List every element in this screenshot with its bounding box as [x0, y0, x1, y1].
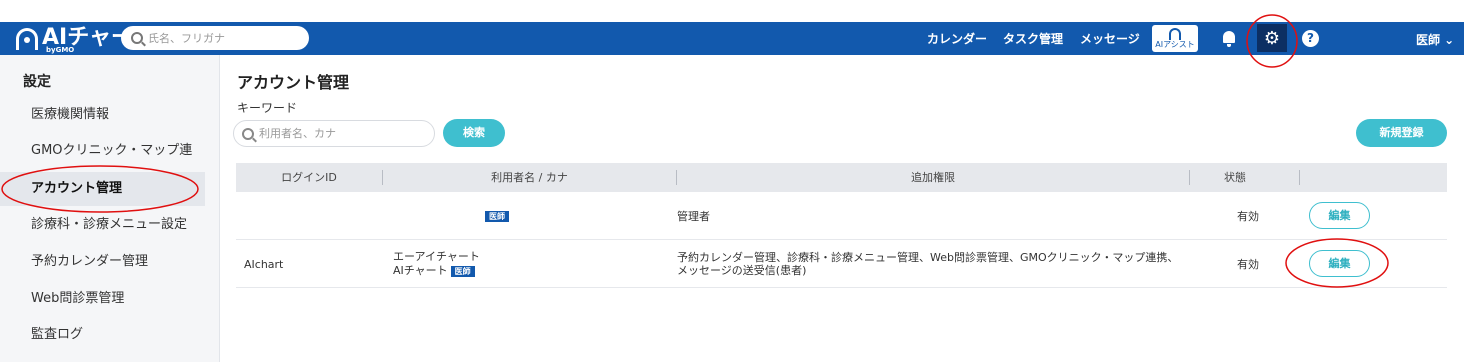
bell-icon[interactable]	[1223, 31, 1235, 47]
settings-button[interactable]: ⚙	[1257, 24, 1287, 52]
permissions: 予約カレンダー管理、診療科・診療メニュー管理、Web問診票管理、GMOクリニック…	[677, 251, 1179, 277]
account-table: ログインID 利用者名 / カナ 追加権限 状態 医師 管理者 有効 編集 AI…	[236, 163, 1447, 288]
new-register-button[interactable]: 新規登録	[1356, 119, 1447, 147]
permissions: 管理者	[677, 210, 710, 223]
nav-messages[interactable]: メッセージ	[1080, 22, 1140, 55]
patient-search-input[interactable]	[148, 31, 298, 45]
sidebar-item-department[interactable]: 診療科・診療メニュー設定	[0, 208, 205, 242]
role-badge: 医師	[485, 210, 509, 222]
user-name-cell: エーアイチャート AIチャート 医師	[393, 240, 480, 288]
help-icon[interactable]: ?	[1302, 30, 1319, 47]
logo-sub: byGMO	[46, 46, 75, 54]
search-button[interactable]: 検索	[443, 119, 505, 147]
search-icon	[131, 32, 143, 44]
divider	[1299, 170, 1300, 185]
keyword-search[interactable]	[233, 120, 435, 147]
nav-task-management[interactable]: タスク管理	[1003, 22, 1063, 55]
keyword-input[interactable]	[259, 127, 409, 140]
login-id: AIchart	[244, 257, 284, 271]
nav-calendar[interactable]: カレンダー	[927, 22, 987, 55]
status: 有効	[1237, 258, 1259, 271]
keyword-label: キーワード	[237, 101, 298, 115]
sidebar-item-account[interactable]: アカウント管理	[0, 172, 205, 206]
sidebar: 設定 医療機関情報 GMOクリニック・マップ連携 アカウント管理 診療科・診療メ…	[0, 55, 220, 362]
user-name: AIチャート	[393, 264, 448, 277]
patient-search[interactable]	[121, 26, 309, 50]
table-row[interactable]: AIchart エーアイチャート AIチャート 医師 予約カレンダー管理、診療科・…	[236, 240, 1447, 288]
ai-assist-icon	[1169, 28, 1181, 40]
table-row[interactable]: 医師 管理者 有効 編集	[236, 192, 1447, 240]
sidebar-title: 設定	[23, 74, 51, 90]
edit-button[interactable]: 編集	[1309, 250, 1370, 277]
top-header: AIチャート byGMO カレンダー タスク管理 メッセージ AIアシスト ⚙ …	[0, 22, 1464, 55]
edit-button[interactable]: 編集	[1309, 202, 1370, 229]
user-menu[interactable]: 医師 ⌄	[1416, 31, 1454, 48]
page-title: アカウント管理	[237, 73, 350, 92]
sidebar-item-audit-log[interactable]: 監査ログ	[0, 318, 205, 352]
sidebar-item-gmo-map[interactable]: GMOクリニック・マップ連携	[0, 134, 205, 192]
logo-icon	[16, 28, 38, 50]
ai-assist-button[interactable]: AIアシスト	[1152, 25, 1198, 52]
search-icon	[242, 127, 254, 140]
table-header: ログインID 利用者名 / カナ 追加権限 状態	[236, 163, 1447, 192]
col-permissions: 追加権限	[911, 171, 955, 184]
user-kana: エーアイチャート	[393, 250, 480, 263]
sidebar-item-questionnaire[interactable]: Web問診票管理	[0, 282, 205, 316]
col-user-name: 利用者名 / カナ	[491, 171, 568, 184]
user-name-line: AIチャート 医師	[393, 264, 475, 278]
sidebar-item-calendar[interactable]: 予約カレンダー管理	[0, 245, 205, 279]
role-badge: 医師	[450, 265, 475, 277]
gear-icon: ⚙	[1263, 27, 1281, 49]
col-status: 状態	[1224, 171, 1246, 184]
page: AIチャート byGMO カレンダー タスク管理 メッセージ AIアシスト ⚙ …	[0, 0, 1464, 362]
sidebar-item-clinic-info[interactable]: 医療機関情報	[0, 98, 205, 132]
ai-assist-label: AIアシスト	[1155, 40, 1195, 49]
col-login-id: ログインID	[281, 171, 337, 184]
status: 有効	[1237, 210, 1259, 223]
user-name-cell: 医師	[482, 192, 509, 240]
